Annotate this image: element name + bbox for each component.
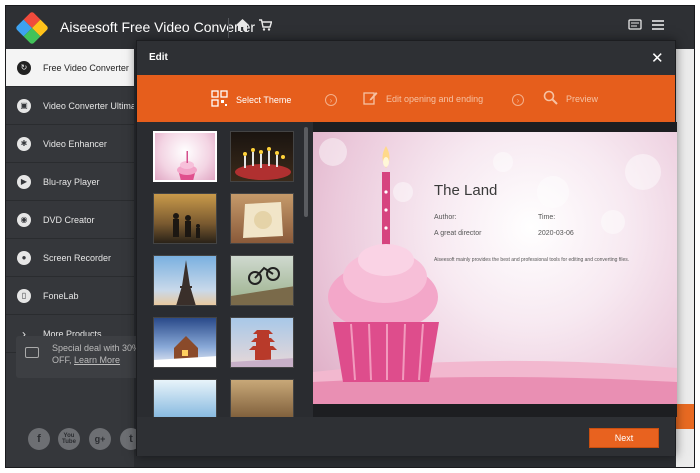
- youtube-icon[interactable]: You Tube: [58, 428, 80, 450]
- step-arrow-icon: ›: [325, 94, 337, 106]
- sidebar-item-blu-ray-player[interactable]: ▶ Blu-ray Player: [6, 163, 134, 201]
- app-logo-icon: [15, 11, 49, 45]
- sidebar-item-video-enhancer[interactable]: ✱ Video Enhancer: [6, 125, 134, 163]
- close-icon[interactable]: ✕: [651, 49, 664, 67]
- theme-thumbnail-vintage[interactable]: [230, 193, 294, 244]
- sidebar-item-video-converter-ultimate[interactable]: ▣ Video Converter Ultimate: [6, 87, 134, 125]
- theme-list-scrollbar[interactable]: [304, 127, 308, 217]
- cart-icon[interactable]: [259, 19, 273, 34]
- theme-thumbnail-sky[interactable]: [153, 379, 217, 417]
- palette-icon: ✱: [17, 136, 31, 151]
- steps-bar: Select Theme › Edit opening and ending ›…: [137, 75, 675, 122]
- theme-thumbnail-winter[interactable]: [153, 317, 217, 368]
- edit-dialog: Edit ✕ Select Theme › Edit opening and e…: [136, 40, 677, 456]
- chat-icon: [25, 347, 39, 358]
- theme-thumbnail-pagoda[interactable]: [230, 317, 294, 368]
- app-window: Aiseesoft Free Video Converter ↻ Free Vi…: [5, 5, 695, 468]
- sidebar-item-fonelab[interactable]: ▯ FoneLab: [6, 277, 134, 315]
- theme-thumbnail-family[interactable]: [153, 193, 217, 244]
- theme-list: [137, 122, 311, 417]
- theme-thumbnail-motocross[interactable]: [230, 255, 294, 306]
- step-preview[interactable]: Preview: [543, 90, 598, 108]
- theme-thumbnail-candles[interactable]: [230, 131, 294, 182]
- film-icon: ▣: [17, 98, 31, 113]
- theme-thumbnail-horse[interactable]: [230, 379, 294, 417]
- sidebar-item-screen-recorder[interactable]: ● Screen Recorder: [6, 239, 134, 277]
- learn-more-link[interactable]: Learn More: [74, 355, 120, 365]
- google-plus-icon[interactable]: g+: [89, 428, 111, 450]
- preview-title: The Land: [434, 182, 498, 199]
- menu-icon[interactable]: [651, 19, 665, 34]
- sidebar-item-dvd-creator[interactable]: ◉ DVD Creator: [6, 201, 134, 239]
- sidebar-item-free-video-converter[interactable]: ↻ Free Video Converter: [6, 49, 134, 87]
- step-arrow-icon: ›: [512, 94, 524, 106]
- qr-theme-icon: [211, 90, 228, 110]
- preview-time-value: 2020-03-06: [538, 230, 574, 237]
- search-icon: [543, 90, 558, 108]
- background-button: [676, 404, 694, 429]
- sidebar-item-label: Blu-ray Player: [43, 176, 100, 187]
- sidebar: ↻ Free Video Converter ▣ Video Converter…: [6, 49, 134, 467]
- sidebar-item-label: Video Converter Ultimate: [43, 100, 134, 111]
- preview-author-value: A great director: [434, 230, 482, 237]
- theme-thumbnail-paris[interactable]: [153, 255, 217, 306]
- step-select-theme[interactable]: Select Theme: [211, 90, 291, 110]
- next-button[interactable]: Next: [589, 428, 659, 448]
- refresh-icon: ↻: [17, 60, 31, 75]
- sidebar-item-label: FoneLab: [43, 290, 79, 301]
- dialog-header: Edit ✕: [137, 41, 675, 75]
- theme-preview: The Land Author: A great director Time: …: [313, 132, 677, 404]
- sidebar-item-label: Screen Recorder: [43, 252, 112, 263]
- preview-author-label: Author:: [434, 214, 457, 221]
- preview-description: Aiseesoft mainly provides the best and p…: [434, 257, 630, 263]
- play-icon: ▶: [17, 174, 31, 189]
- phone-icon: ▯: [17, 288, 31, 303]
- title-separator: [228, 18, 229, 38]
- facebook-icon[interactable]: f: [28, 428, 50, 450]
- camera-icon: ●: [17, 250, 31, 265]
- step-edit-opening-ending[interactable]: Edit opening and ending: [363, 90, 483, 108]
- edit-icon: [363, 90, 378, 108]
- sidebar-item-label: Free Video Converter: [43, 62, 129, 73]
- disc-icon: ◉: [17, 212, 31, 227]
- preview-time-label: Time:: [538, 214, 556, 221]
- sidebar-item-label: Video Enhancer: [43, 138, 107, 149]
- app-title: Aiseesoft Free Video Converter: [60, 19, 256, 35]
- dialog-footer: Next: [137, 417, 675, 456]
- theme-thumbnail-birthday[interactable]: [153, 131, 217, 182]
- home-icon[interactable]: [236, 19, 249, 34]
- feedback-icon[interactable]: [628, 19, 642, 34]
- dialog-title: Edit: [149, 52, 168, 63]
- sidebar-item-label: DVD Creator: [43, 214, 95, 225]
